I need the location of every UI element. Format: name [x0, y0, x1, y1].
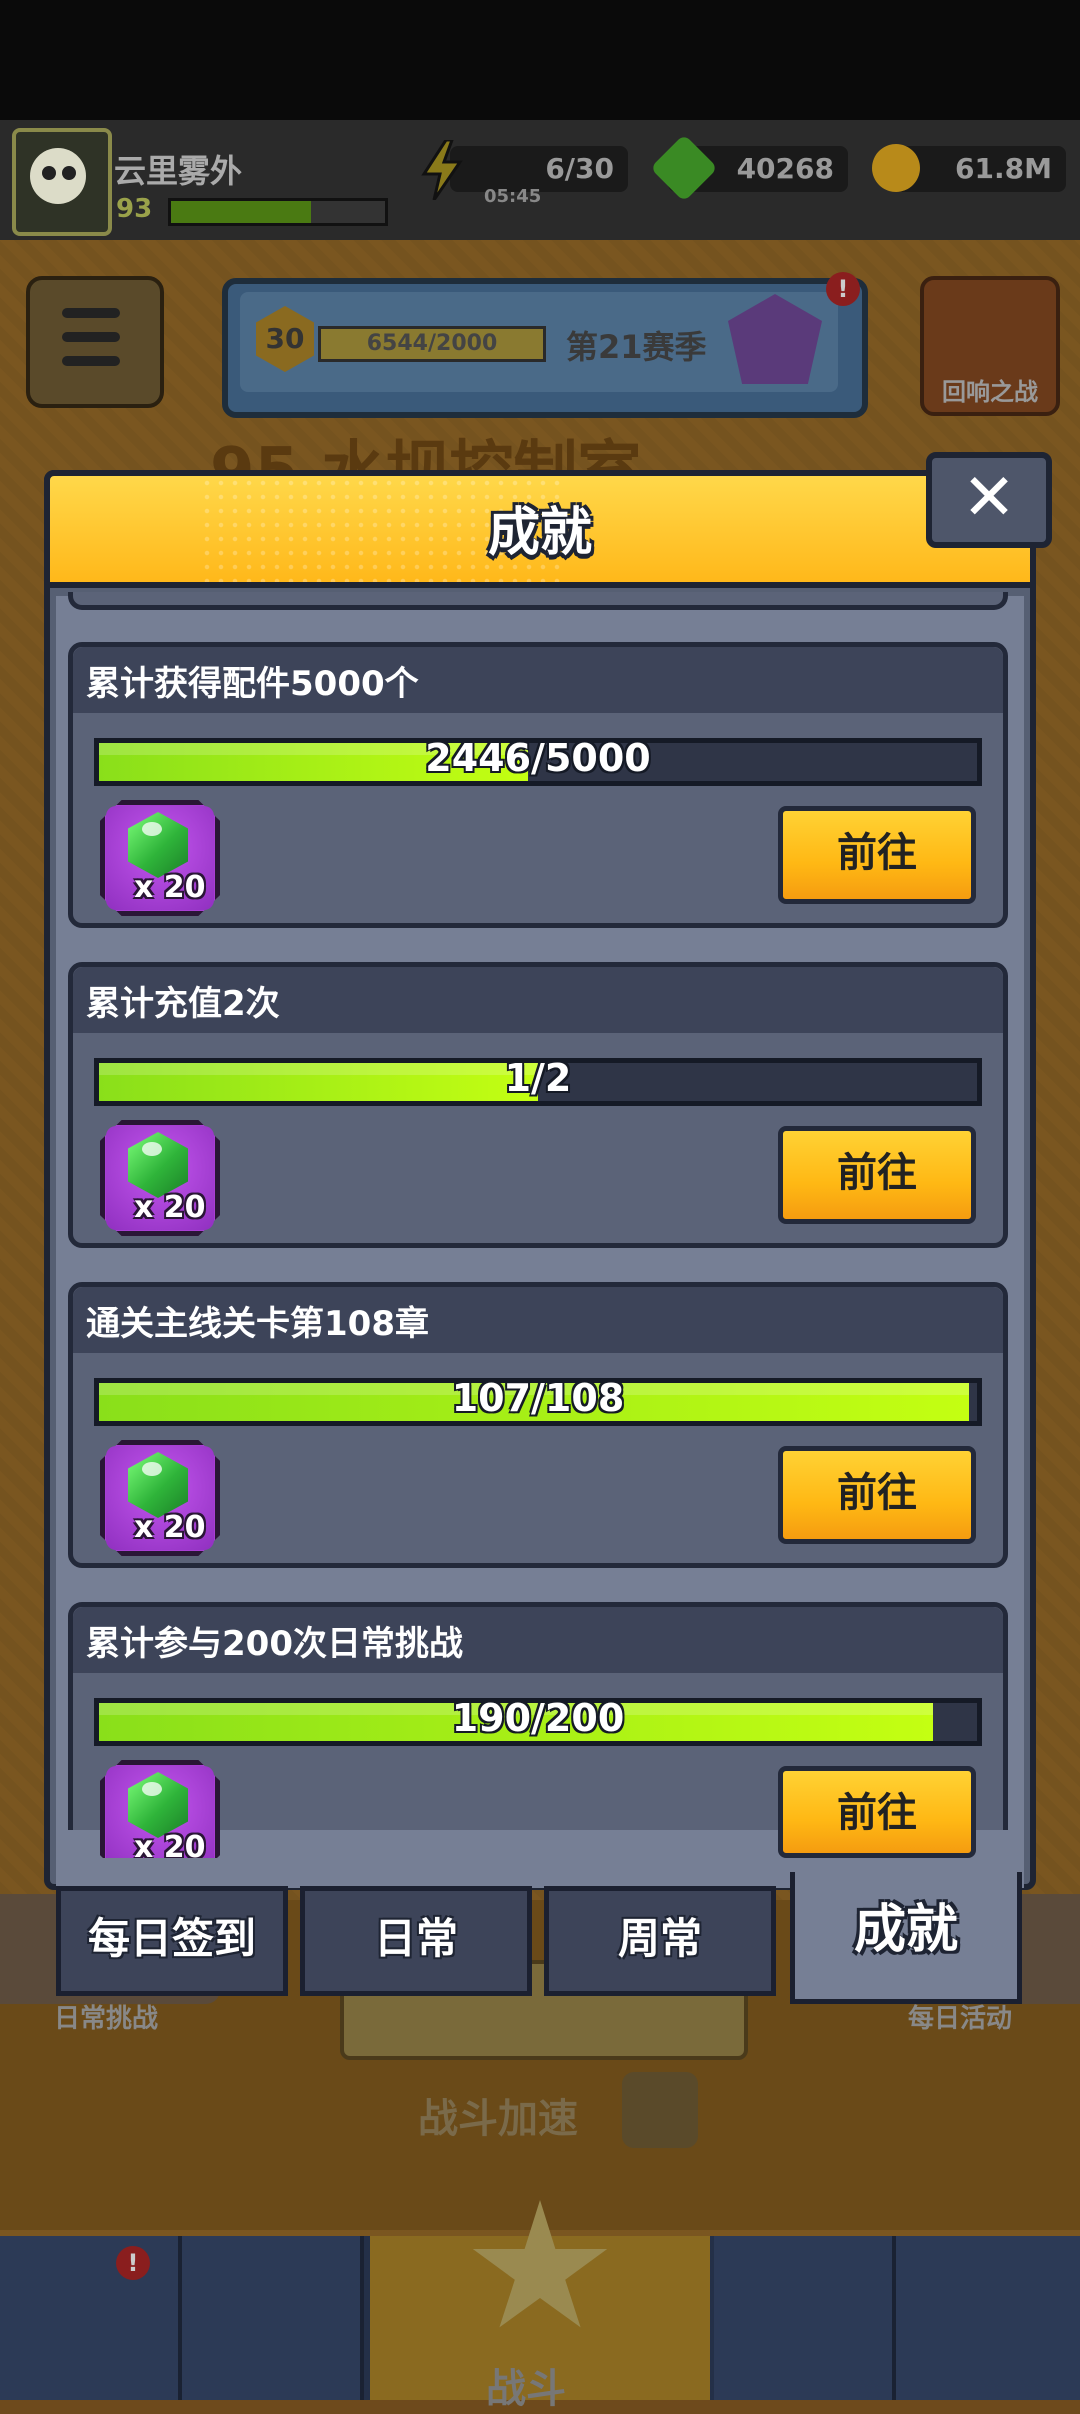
coin-add-icon[interactable] — [872, 144, 920, 192]
player-level: 93 — [116, 194, 153, 224]
reward-count: x 20 — [134, 870, 206, 905]
menu-icon-line — [62, 356, 120, 366]
reward-count: x 20 — [134, 1510, 206, 1545]
close-button[interactable]: ✕ — [926, 452, 1052, 548]
avatar-face-icon — [30, 148, 86, 204]
player-name: 云里雾外 — [114, 152, 243, 190]
echo-battle-label: 回响之战 — [942, 378, 1038, 406]
tab-weekly[interactable]: 周常 — [544, 1886, 776, 1996]
tab-daily-signin[interactable]: 每日签到 — [56, 1886, 288, 1996]
xp-bar-fill — [171, 201, 311, 223]
nav-talent-tab[interactable] — [714, 2236, 896, 2400]
gem-shine — [142, 1782, 162, 1796]
avatar-eye-icon — [62, 166, 76, 180]
achievement-title: 累计获得配件5000个 — [86, 664, 419, 704]
achievement-progress-text: 2446/5000 — [425, 736, 651, 780]
menu-icon-line — [62, 332, 120, 342]
go-button[interactable]: 前往 — [778, 806, 976, 904]
achievement-title: 通关主线关卡第108章 — [86, 1304, 429, 1344]
nav-evolve-tab[interactable] — [896, 2236, 1080, 2400]
go-button[interactable]: 前往 — [778, 1126, 976, 1224]
shop-alert-badge: ! — [116, 2246, 150, 2280]
previous-card-edge — [68, 592, 1008, 610]
daily-challenge-label: 日常挑战 — [54, 2004, 159, 2034]
gem-shine — [142, 1142, 162, 1156]
achievement-title: 累计充值2次 — [86, 984, 280, 1024]
modal-title: 成就 — [487, 503, 592, 563]
achievement-title: 累计参与200次日常挑战 — [86, 1624, 463, 1664]
battle-speed-label: 战斗加速 — [418, 2096, 578, 2142]
energy-bolt-icon — [421, 140, 463, 200]
nav-fight-label: 战斗 — [486, 2366, 566, 2412]
go-button[interactable]: 前往 — [778, 1446, 976, 1544]
go-button[interactable]: 前往 — [778, 1766, 976, 1858]
nav-shop-tab[interactable] — [0, 2236, 182, 2400]
energy-timer: 05:45 — [484, 186, 542, 207]
status-bar — [0, 0, 1080, 120]
gem-shine — [142, 822, 162, 836]
menu-button[interactable] — [26, 276, 164, 408]
season-name: 第21赛季 — [566, 328, 707, 366]
season-progress: 6544/2000 — [318, 326, 546, 362]
season-alert-badge: ! — [826, 272, 860, 306]
achievement-progress-text: 190/200 — [451, 1696, 625, 1740]
nav-equipment-tab[interactable] — [182, 2236, 364, 2400]
achievement-progress-text: 1/2 — [504, 1056, 572, 1100]
tab-achievements[interactable]: 成就 — [790, 1872, 1022, 2004]
close-icon: ✕ — [962, 461, 1016, 535]
battle-speed-toggle[interactable] — [622, 2072, 698, 2148]
menu-icon-line — [62, 308, 120, 318]
avatar-eye-icon — [42, 166, 56, 180]
tab-daily[interactable]: 日常 — [300, 1886, 532, 1996]
gem-shine — [142, 1462, 162, 1476]
reward-count: x 20 — [134, 1190, 206, 1225]
achievement-progress-text: 107/108 — [451, 1376, 625, 1420]
